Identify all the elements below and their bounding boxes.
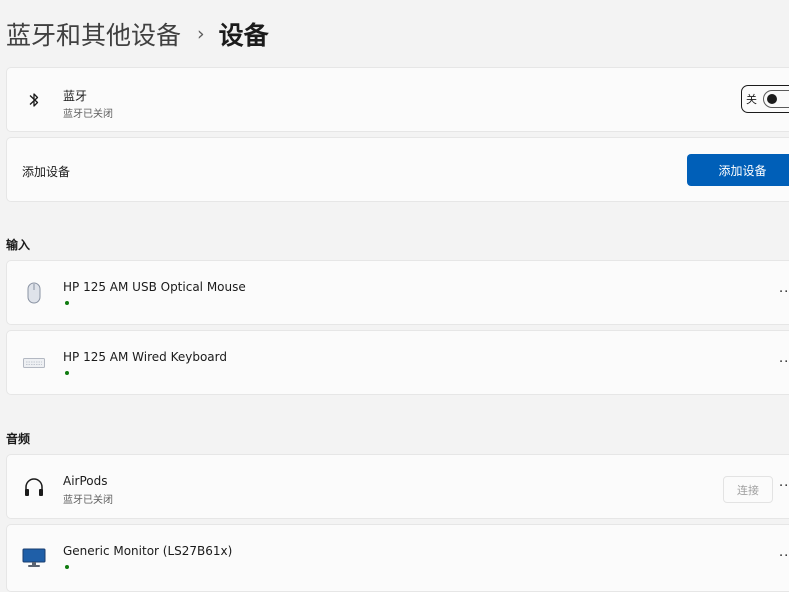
bluetooth-toggle[interactable]: 关 xyxy=(741,85,789,113)
toggle-track[interactable] xyxy=(763,90,789,108)
bluetooth-status: 蓝牙已关闭 xyxy=(63,109,113,120)
bluetooth-icon xyxy=(21,87,47,113)
more-options-icon[interactable]: ··· xyxy=(779,355,789,370)
device-row-monitor[interactable]: Generic Monitor (LS27B61x) ··· xyxy=(6,524,789,592)
device-name: HP 125 AM USB Optical Mouse xyxy=(63,280,246,294)
more-options-icon[interactable]: ··· xyxy=(779,285,789,300)
device-name: Generic Monitor (LS27B61x) xyxy=(63,544,233,558)
headphones-icon xyxy=(21,474,47,500)
connected-status-dot xyxy=(65,301,69,305)
bluetooth-card: 蓝牙 蓝牙已关闭 关 xyxy=(6,67,789,132)
mouse-icon xyxy=(21,280,47,306)
add-device-card: 添加设备 添加设备 xyxy=(6,137,789,202)
connected-status-dot xyxy=(65,565,69,569)
more-options-icon[interactable]: ··· xyxy=(779,549,789,564)
device-name: AirPods xyxy=(63,474,108,488)
device-row-mouse[interactable]: HP 125 AM USB Optical Mouse ··· xyxy=(6,260,789,325)
section-audio: 音频 xyxy=(6,432,31,446)
device-name: HP 125 AM Wired Keyboard xyxy=(63,350,227,364)
breadcrumb-separator: › xyxy=(197,23,205,45)
device-row-keyboard[interactable]: HP 125 AM Wired Keyboard ··· xyxy=(6,330,789,395)
bluetooth-title: 蓝牙 xyxy=(63,89,88,103)
connect-button[interactable]: 连接 xyxy=(723,476,773,503)
add-device-label: 添加设备 xyxy=(22,165,71,179)
settings-page: 蓝牙和其他设备 › 设备 蓝牙 蓝牙已关闭 关 添加设备 添加设备 输入 HP … xyxy=(0,0,789,592)
section-input: 输入 xyxy=(6,238,31,252)
add-device-button[interactable]: 添加设备 xyxy=(687,154,789,186)
breadcrumb-parent[interactable]: 蓝牙和其他设备 xyxy=(6,16,181,52)
monitor-icon xyxy=(21,545,47,571)
device-row-airpods[interactable]: AirPods 蓝牙已关闭 连接 ··· xyxy=(6,454,789,519)
connected-status-dot xyxy=(65,371,69,375)
device-status: 蓝牙已关闭 xyxy=(63,495,113,506)
more-options-icon[interactable]: ··· xyxy=(779,479,789,494)
breadcrumb: 蓝牙和其他设备 › 设备 xyxy=(6,14,269,54)
toggle-state-label: 关 xyxy=(746,93,757,106)
keyboard-icon xyxy=(21,350,47,376)
page-title: 设备 xyxy=(218,21,269,50)
toggle-knob xyxy=(767,94,777,104)
